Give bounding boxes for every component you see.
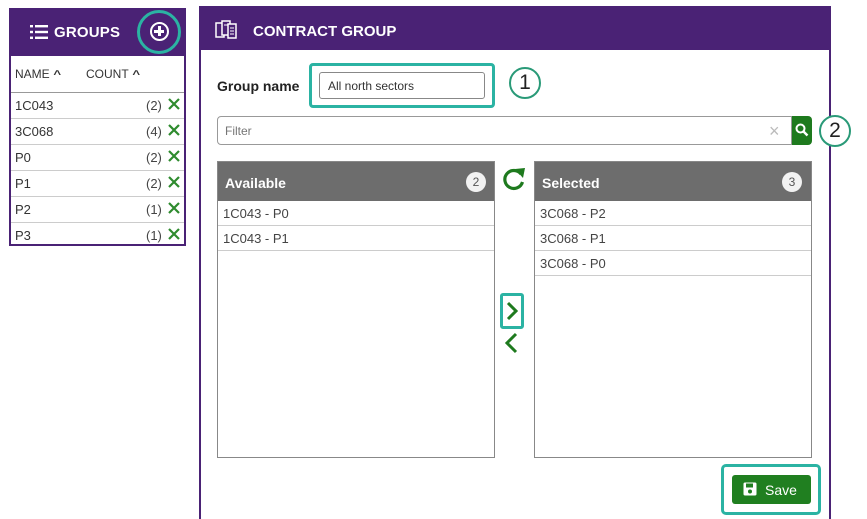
group-count: (2) [146,150,162,165]
group-count: (1) [146,202,162,217]
list-icon [30,25,48,39]
group-name: P3 [15,228,31,243]
group-row[interactable]: P3 (1) [11,223,184,249]
selected-item[interactable]: 3C068 - P0 [535,251,811,276]
refresh-icon[interactable] [501,166,527,192]
chevron-up-icon: ^ [132,69,140,81]
available-item[interactable]: 1C043 - P0 [218,201,494,226]
chevron-left-icon[interactable] [502,331,522,355]
group-count: (4) [146,124,162,139]
save-icon [743,482,757,496]
group-name: P2 [15,202,31,217]
save-button[interactable]: Save [732,475,811,504]
contract-title: CONTRACT GROUP [253,23,397,40]
callout-2: 2 [819,115,851,147]
available-count-badge: 2 [466,172,486,192]
selected-item[interactable]: 3C068 - P2 [535,201,811,226]
selected-item[interactable]: 3C068 - P1 [535,226,811,251]
available-item[interactable]: 1C043 - P1 [218,226,494,251]
count-column-label: COUNT [86,67,129,81]
selected-count-badge: 3 [782,172,802,192]
delete-x-icon[interactable] [167,97,181,111]
available-header: Available 2 [218,162,494,201]
delete-x-icon[interactable] [167,201,181,215]
delete-x-icon[interactable] [167,227,181,241]
search-icon [795,123,809,137]
available-title: Available [225,175,286,191]
group-count: (2) [146,176,162,191]
panel-border [829,6,831,519]
contract-group-panel: CONTRACT GROUP Group name 1 × 2 Availabl… [199,6,851,519]
groups-panel: GROUPS NAME ^ COUNT ^ 1C043 (2) 3C068 (4) … [9,8,186,246]
group-row[interactable]: P0 (2) [11,145,184,171]
chevron-right-icon [506,301,518,321]
add-group-button[interactable] [137,10,181,54]
selected-header: Selected 3 [535,162,811,201]
panel-border [199,6,201,519]
group-name: 3C068 [15,124,54,139]
move-right-button[interactable] [500,293,524,329]
group-count: (1) [146,228,162,243]
save-label: Save [765,482,797,498]
group-name: P1 [15,176,31,191]
groups-header: GROUPS [11,10,184,56]
sort-count-header[interactable]: COUNT ^ [86,67,140,81]
group-name-label: Group name [217,78,300,94]
add-circle-icon [150,22,169,41]
group-row[interactable]: P1 (2) [11,171,184,197]
contract-header: CONTRACT GROUP [199,6,831,50]
chevron-up-icon: ^ [53,69,61,81]
delete-x-icon[interactable] [167,123,181,137]
document-icon [215,20,237,39]
group-name: 1C043 [15,98,54,113]
filter-input[interactable] [217,116,792,145]
delete-x-icon[interactable] [167,175,181,189]
group-row[interactable]: 3C068 (4) [11,119,184,145]
group-count: (2) [146,98,162,113]
save-highlight: Save [721,464,821,515]
sort-name-header[interactable]: NAME ^ [15,67,61,81]
groups-title: GROUPS [54,24,121,41]
group-name-highlight [309,63,495,108]
group-name-input[interactable] [319,72,485,99]
name-column-label: NAME [15,67,50,81]
group-row[interactable]: P2 (1) [11,197,184,223]
callout-1: 1 [509,67,541,99]
selected-list: Selected 3 3C068 - P2 3C068 - P1 3C068 -… [534,161,812,458]
group-row[interactable]: 1C043 (2) [11,93,184,119]
group-name: P0 [15,150,31,165]
delete-x-icon[interactable] [167,149,181,163]
search-button[interactable] [792,116,812,145]
selected-title: Selected [542,175,600,191]
clear-icon[interactable]: × [769,121,780,142]
available-list: Available 2 1C043 - P0 1C043 - P1 [217,161,495,458]
